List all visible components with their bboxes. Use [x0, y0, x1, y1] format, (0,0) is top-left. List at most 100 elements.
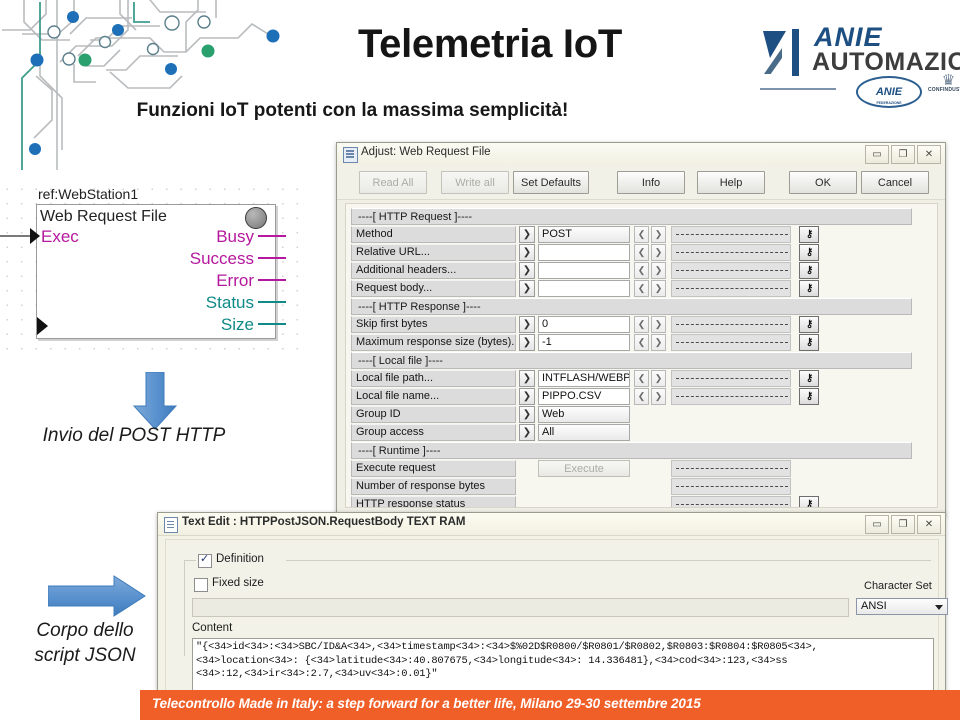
row-dashed-field: [671, 226, 791, 243]
key-icon[interactable]: ⚷: [799, 244, 819, 261]
prev-icon[interactable]: ❮: [634, 244, 649, 261]
local-file-path-value[interactable]: INTFLASH/WEBPA: [538, 370, 630, 387]
set-defaults-button[interactable]: Set Defaults: [513, 171, 589, 194]
character-set-select[interactable]: ANSI: [856, 598, 948, 615]
prev-icon[interactable]: ❮: [634, 388, 649, 405]
text-edit-title: Text Edit : HTTPPostJSON.RequestBody TEX…: [182, 516, 466, 528]
expand-icon[interactable]: ❯: [519, 424, 535, 441]
prev-icon[interactable]: ❮: [634, 262, 649, 279]
info-button[interactable]: Info: [617, 171, 685, 194]
fbd-output-status: Status: [205, 293, 254, 312]
minimize-icon[interactable]: ▭: [865, 145, 889, 164]
next-icon[interactable]: ❯: [651, 388, 666, 405]
prev-icon[interactable]: ❮: [634, 280, 649, 297]
row-label: Group ID: [351, 406, 516, 423]
key-icon[interactable]: ⚷: [799, 496, 819, 507]
next-icon[interactable]: ❯: [651, 244, 666, 261]
row-label: Maximum response size (bytes)...: [351, 334, 516, 351]
fbd-corner-arrow-icon: [37, 317, 48, 335]
relative-url-value[interactable]: [538, 244, 630, 261]
method-value[interactable]: POST: [538, 226, 630, 243]
content-label: Content: [192, 622, 233, 634]
expand-icon[interactable]: ❯: [519, 226, 535, 243]
key-icon[interactable]: ⚷: [799, 262, 819, 279]
fbd-input-arrow-icon: [30, 228, 40, 244]
skip-first-bytes-value[interactable]: 0: [538, 316, 630, 333]
expand-icon[interactable]: ❯: [519, 244, 535, 261]
prev-icon[interactable]: ❮: [634, 334, 649, 351]
next-icon[interactable]: ❯: [651, 334, 666, 351]
expand-icon[interactable]: ❯: [519, 406, 535, 423]
size-input[interactable]: [192, 598, 849, 617]
key-icon[interactable]: ⚷: [799, 334, 819, 351]
row-dashed-field: [671, 244, 791, 261]
read-all-button[interactable]: Read All: [359, 171, 427, 194]
row-dashed-field: [671, 370, 791, 387]
prev-icon[interactable]: ❮: [634, 316, 649, 333]
expand-icon[interactable]: ❯: [519, 388, 535, 405]
key-icon[interactable]: ⚷: [799, 370, 819, 387]
cancel-button[interactable]: Cancel: [861, 171, 929, 194]
expand-icon[interactable]: ❯: [519, 262, 535, 279]
logo-divider: [760, 88, 836, 90]
group-id-value[interactable]: Web: [538, 406, 630, 423]
definition-checkbox[interactable]: [198, 552, 212, 568]
crown-icon: ♛: [941, 72, 955, 89]
key-icon[interactable]: ⚷: [799, 388, 819, 405]
local-file-name-value[interactable]: PIPPO.CSV: [538, 388, 630, 405]
section-runtime: ----[ Runtime ]----: [351, 442, 912, 459]
expand-icon[interactable]: ❯: [519, 370, 535, 387]
key-icon[interactable]: ⚷: [799, 280, 819, 297]
additional-headers-value[interactable]: [538, 262, 630, 279]
key-icon[interactable]: ⚷: [799, 316, 819, 333]
row-label: HTTP response status: [351, 496, 516, 507]
badge-label: ANIE: [875, 86, 903, 98]
expand-icon[interactable]: ❯: [519, 316, 535, 333]
section-local-file: ----[ Local file ]----: [351, 352, 912, 369]
key-icon[interactable]: ⚷: [799, 226, 819, 243]
fbd-output-error: Error: [216, 271, 254, 290]
logo-product: AUTOMAZIONE: [812, 48, 960, 76]
prev-icon[interactable]: ❮: [634, 370, 649, 387]
request-body-value[interactable]: [538, 280, 630, 297]
execute-button[interactable]: Execute: [538, 460, 630, 477]
expand-icon[interactable]: ❯: [519, 334, 535, 351]
fixed-size-label: Fixed size: [212, 577, 264, 589]
definition-label: Definition: [216, 553, 264, 565]
fixed-size-checkbox[interactable]: [194, 578, 208, 592]
fbd-status-led-icon: [245, 207, 267, 229]
close-icon[interactable]: ✕: [917, 515, 941, 534]
group-access-value[interactable]: All: [538, 424, 630, 441]
ok-button[interactable]: OK: [789, 171, 857, 194]
row-dashed-field: [671, 388, 791, 405]
expand-icon[interactable]: ❯: [519, 280, 535, 297]
minimize-icon[interactable]: ▭: [865, 515, 889, 534]
next-icon[interactable]: ❯: [651, 316, 666, 333]
row-request-body: Request body... ❯ ❮ ❯ ⚷: [351, 280, 926, 297]
next-icon[interactable]: ❯: [651, 370, 666, 387]
write-all-button[interactable]: Write all: [441, 171, 509, 194]
row-group-id: Group ID ❯ Web: [351, 406, 926, 423]
maximize-icon[interactable]: ❐: [891, 515, 915, 534]
close-icon[interactable]: ✕: [917, 145, 941, 164]
confindustria-label: CONFINDUSTRIA: [928, 87, 960, 93]
row-number-of-response-bytes: Number of response bytes: [351, 478, 926, 495]
max-response-size-value[interactable]: -1: [538, 334, 630, 351]
fbd-output-success: Success: [189, 249, 254, 268]
row-dashed-field: [671, 316, 791, 333]
definition-group-line: [286, 560, 931, 561]
row-skip-first-bytes: Skip first bytes ❯ 0 ❮ ❯ ⚷: [351, 316, 926, 333]
row-additional-headers: Additional headers... ❯ ❮ ❯ ⚷: [351, 262, 926, 279]
prev-icon[interactable]: ❮: [634, 226, 649, 243]
content-textarea[interactable]: "{<34>id<34>:<34>SBC/ID&A<34>,<34>timest…: [192, 638, 934, 696]
definition-group-line-left: [184, 560, 196, 561]
maximize-icon[interactable]: ❐: [891, 145, 915, 164]
circuit-decoration-icon: [2, 0, 280, 170]
fbd-output-wire-size: [258, 323, 286, 325]
parameter-rows: ----[ HTTP Request ]---- Method ❯ POST ❮…: [351, 208, 926, 507]
annotation-json-body: Corpo dello script JSON: [10, 618, 160, 668]
next-icon[interactable]: ❯: [651, 226, 666, 243]
next-icon[interactable]: ❯: [651, 262, 666, 279]
help-button[interactable]: Help: [697, 171, 765, 194]
next-icon[interactable]: ❯: [651, 280, 666, 297]
